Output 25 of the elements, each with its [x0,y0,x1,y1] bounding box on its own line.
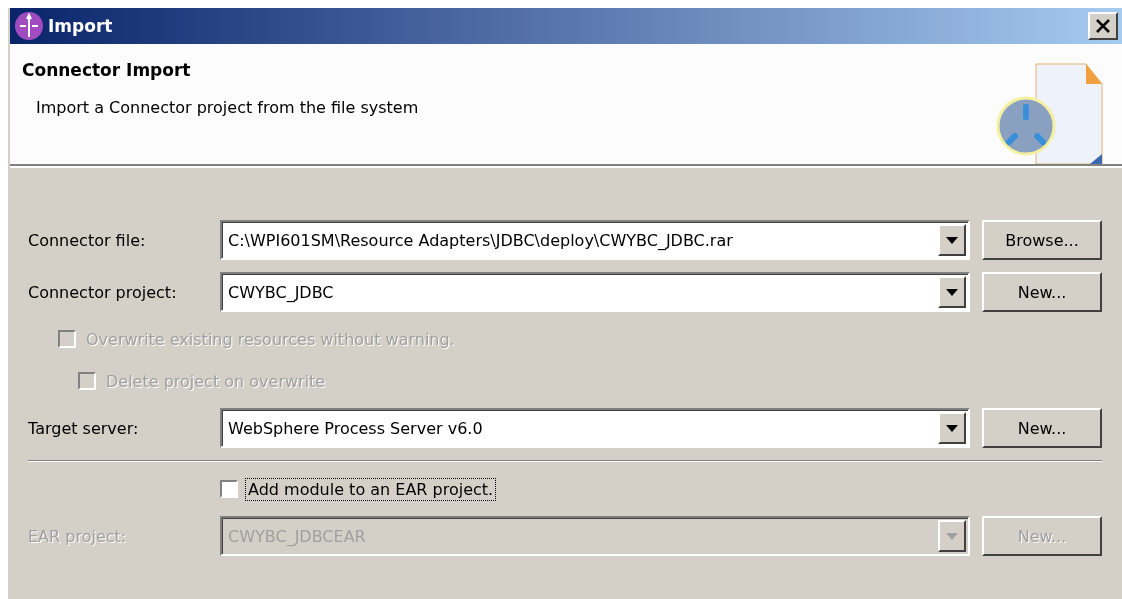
dropdown-button[interactable] [938,276,966,308]
checkbox[interactable] [220,480,238,498]
combo-box[interactable]: WebSphere Process Server v6.0 [220,408,970,448]
caret-icon [946,424,958,432]
close-button[interactable] [1088,12,1118,40]
page-description: Import a Connector project from the file system [35,98,420,117]
action-button[interactable]: Browse... [982,220,1102,260]
caret-icon [946,288,958,296]
caret-icon [946,236,958,244]
dropdown-button[interactable] [938,520,966,552]
combo-box[interactable]: CWYBC_JDBC [220,272,970,312]
window-title: Import [48,16,114,36]
app-icon [14,11,44,41]
combo-box[interactable]: C:\WPI601SM\Resource Adapters\JDBC\deploy\CWYBC_JDBC.rar [220,220,970,260]
close-icon [1096,19,1110,33]
dropdown-button[interactable] [938,412,966,444]
checkbox-label[interactable]: Add module to an EAR project. [246,478,496,500]
action-button[interactable]: New... [982,272,1102,312]
field-label: Connector project: [28,282,178,302]
caret-icon [946,532,958,540]
field-label: Connector file: [28,230,147,250]
page-title: Connector Import [22,60,192,80]
field-label: Target server: [28,418,140,438]
dropdown-button[interactable] [938,224,966,256]
action-button[interactable]: New... [982,408,1102,448]
